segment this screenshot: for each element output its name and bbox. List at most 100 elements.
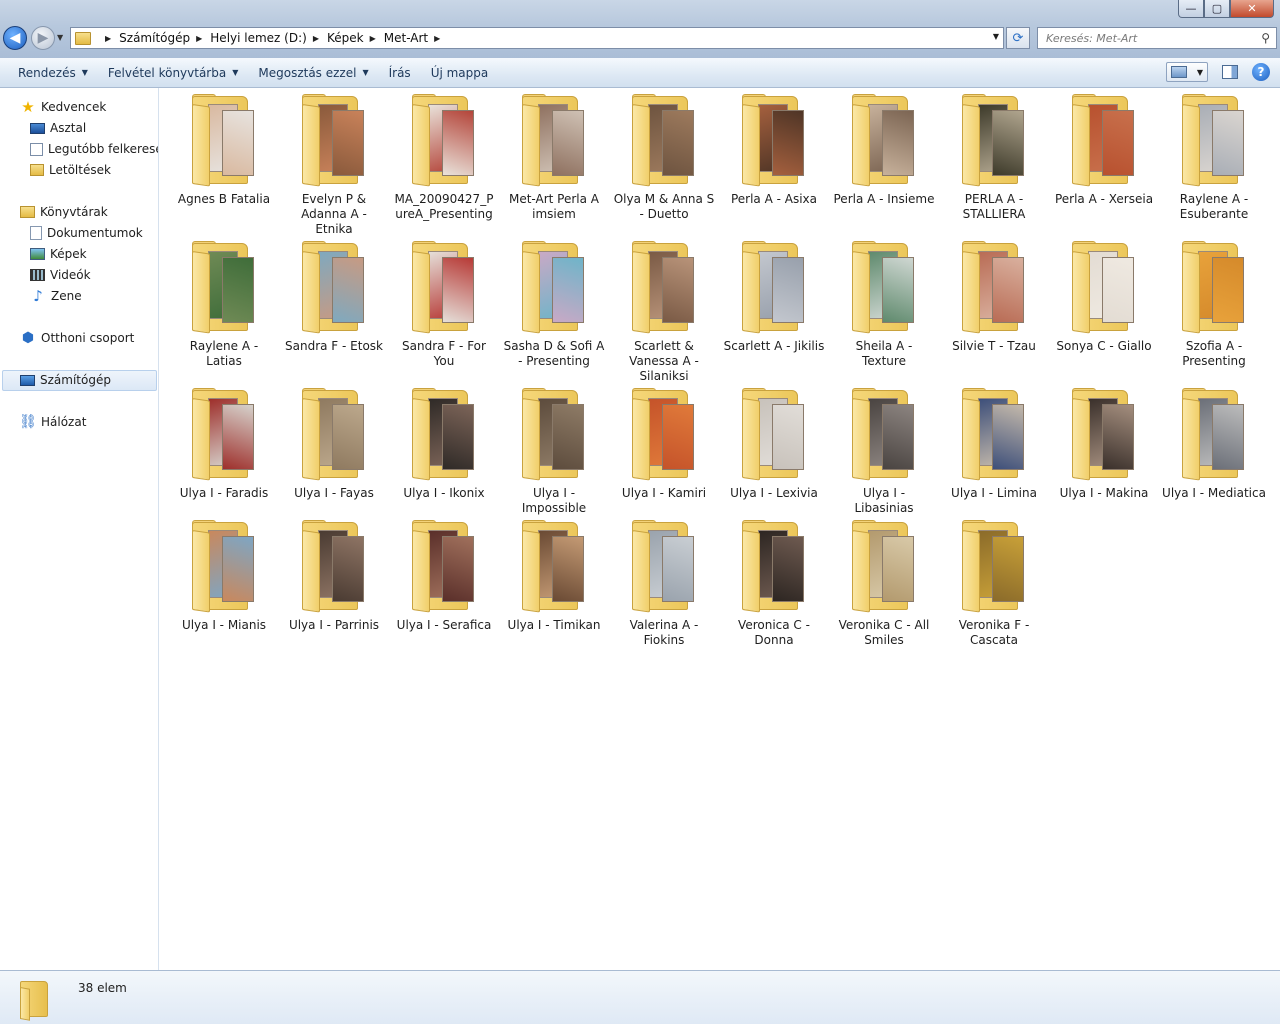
folder-item[interactable]: Agnes B Fatalia xyxy=(171,88,277,207)
folder-item[interactable]: Veronica C - Donna xyxy=(721,514,827,648)
folder-thumbnail-icon xyxy=(188,520,260,616)
sidebar-item-downloads[interactable]: Letöltések xyxy=(30,160,111,180)
organize-button[interactable]: Rendezés ▼ xyxy=(0,58,98,88)
folder-item[interactable]: Ulya I - Kamiri xyxy=(611,382,717,501)
sidebar-item-desktop[interactable]: Asztal xyxy=(30,118,86,138)
file-list[interactable]: Agnes B Fatalia Evelyn P & Adanna A - Etn… xyxy=(160,88,1280,970)
back-button[interactable]: ◀ xyxy=(3,26,27,50)
folder-item[interactable]: Ulya I - Timikan xyxy=(501,514,607,633)
forward-button[interactable]: ▶ xyxy=(31,26,55,50)
folder-item[interactable]: Ulya I - Ikonix xyxy=(391,382,497,501)
folder-name: Veronika F - Cascata xyxy=(958,618,1030,647)
folder-item[interactable]: Raylene A - Latias xyxy=(171,235,277,369)
search-input[interactable] xyxy=(1046,31,1246,45)
folder-item[interactable]: Scarlett A - Jikilis xyxy=(721,235,827,354)
sidebar-item-homegroup[interactable]: ⬢ Otthoni csoport xyxy=(20,328,134,348)
folder-thumbnail-icon xyxy=(848,520,920,616)
folder-item[interactable]: Ulya I - Lexivia xyxy=(721,382,827,501)
folder-thumbnail-icon xyxy=(848,241,920,337)
folder-item[interactable]: Szofia A - Presenting xyxy=(1161,235,1267,369)
search-box[interactable]: ⚲ xyxy=(1037,27,1277,49)
folder-item[interactable]: Scarlett & Vanessa A - Silaniksi xyxy=(611,235,717,384)
breadcrumb-met-art[interactable]: Met-Art ▶ xyxy=(384,31,449,45)
preview-pane-icon[interactable] xyxy=(1222,65,1238,79)
address-dropdown-icon[interactable]: ▼ xyxy=(993,32,999,41)
refresh-button[interactable]: ⟳ xyxy=(1006,27,1030,49)
folder-item[interactable]: MA_20090427_PureA_Presenting xyxy=(391,88,497,222)
close-button[interactable]: ✕ xyxy=(1230,0,1274,18)
folder-item[interactable]: Sandra F - For You xyxy=(391,235,497,369)
breadcrumb-computer[interactable]: Számítógép ▶ xyxy=(119,31,210,45)
folder-item[interactable]: Ulya I - Serafica xyxy=(391,514,497,633)
folder-name: Sandra F - For You xyxy=(402,339,486,368)
maximize-button[interactable]: ▢ xyxy=(1204,0,1230,18)
sidebar-item-favorites[interactable]: ★ Kedvencek xyxy=(20,97,106,117)
folder-name: PERLA A - STALLIERA xyxy=(962,192,1026,221)
folder-item[interactable]: Ulya I - Mianis xyxy=(171,514,277,633)
folder-item[interactable]: Ulya I - Limina xyxy=(941,382,1047,501)
folder-item[interactable]: Raylene A - Esuberante xyxy=(1161,88,1267,222)
folder-item[interactable]: Veronika C - All Smiles xyxy=(831,514,937,648)
folder-name: Scarlett A - Jikilis xyxy=(723,339,825,353)
sidebar-item-recent-places[interactable]: Legutóbb felkeresett xyxy=(30,139,158,159)
sidebar-item-music[interactable]: ♪ Zene xyxy=(30,286,81,306)
folder-item[interactable]: Ulya I - Impossible xyxy=(501,382,607,516)
folder-item[interactable]: Ulya I - Fayas xyxy=(281,382,387,501)
minimize-button[interactable]: — xyxy=(1178,0,1204,18)
sidebar-item-videos[interactable]: Videók xyxy=(30,265,91,285)
sidebar-item-documents[interactable]: Dokumentumok xyxy=(30,223,143,243)
folder-item[interactable]: Ulya I - Faradis xyxy=(171,382,277,501)
folder-item[interactable]: Sandra F - Etosk xyxy=(281,235,387,354)
share-with-button[interactable]: Megosztás ezzel ▼ xyxy=(248,58,378,88)
burn-button[interactable]: Írás xyxy=(379,58,421,88)
breadcrumb-local-disk[interactable]: Helyi lemez (D:) ▶ xyxy=(210,31,327,45)
recent-pages-dropdown-icon[interactable]: ▼ xyxy=(57,33,63,42)
folder-item[interactable]: Perla A - Insieme xyxy=(831,88,937,207)
change-view-button[interactable]: ▼ xyxy=(1166,62,1208,82)
folder-item[interactable]: Valerina A - Fiokins xyxy=(611,514,717,648)
folder-item[interactable]: Evelyn P & Adanna A - Etnika xyxy=(281,88,387,237)
homegroup-icon: ⬢ xyxy=(21,330,35,346)
new-folder-button[interactable]: Új mappa xyxy=(421,58,499,88)
item-count: 38 elem xyxy=(78,981,127,995)
search-icon[interactable]: ⚲ xyxy=(1261,31,1270,45)
folder-thumbnail-icon xyxy=(1178,388,1250,484)
sidebar-item-pictures[interactable]: Képek xyxy=(30,244,87,264)
folder-item[interactable]: Ulya I - Mediatica xyxy=(1161,382,1267,501)
folder-thumbnail-icon xyxy=(848,94,920,190)
folder-name: Ulya I - Lexivia xyxy=(730,486,818,500)
folder-item[interactable]: Veronika F - Cascata xyxy=(941,514,1047,648)
folder-item[interactable]: Perla A - Xerseia xyxy=(1051,88,1157,207)
folder-name: Ulya I - Mianis xyxy=(181,618,267,632)
details-pane: 38 elem xyxy=(0,970,1280,1024)
folder-item[interactable]: Sheila A - Texture xyxy=(831,235,937,369)
folder-thumbnail-icon xyxy=(518,520,590,616)
folder-name: Silvie T - Tzau xyxy=(952,339,1036,353)
folder-item[interactable]: Ulya I - Makina xyxy=(1051,382,1157,501)
folder-thumbnail-icon xyxy=(518,388,590,484)
folder-name: Ulya I - Timikan xyxy=(507,618,601,632)
folder-name: Valerina A - Fiokins xyxy=(629,618,699,647)
folder-name: Perla A - Asixa xyxy=(730,192,818,206)
folder-item[interactable]: Sonya C - Giallo xyxy=(1051,235,1157,354)
folder-item[interactable]: Ulya I - Parrinis xyxy=(281,514,387,633)
network-icon: ⛓ xyxy=(19,414,37,430)
folder-item[interactable]: Perla A - Asixa xyxy=(721,88,827,207)
folder-item[interactable]: PERLA A - STALLIERA xyxy=(941,88,1047,222)
folder-item[interactable]: Met-Art Perla A imsiem xyxy=(501,88,607,222)
sidebar-item-network[interactable]: ⛓ Hálózat xyxy=(19,412,86,432)
folder-name: Ulya I - Serafica xyxy=(396,618,492,632)
sidebar-item-computer[interactable]: Számítógép xyxy=(20,370,111,390)
folder-item[interactable]: Sasha D & Sofi A - Presenting xyxy=(501,235,607,369)
folder-item[interactable]: Ulya I - Libasinias xyxy=(831,382,937,516)
folder-item[interactable]: Silvie T - Tzau xyxy=(941,235,1047,354)
help-icon[interactable]: ? xyxy=(1252,63,1270,81)
include-in-library-button[interactable]: Felvétel könyvtárba ▼ xyxy=(98,58,248,88)
sidebar-item-libraries[interactable]: Könyvtárak xyxy=(20,202,108,222)
dropdown-arrow-icon[interactable]: ▼ xyxy=(1197,68,1203,77)
breadcrumb-root-arrow[interactable]: ▶ xyxy=(99,34,119,43)
breadcrumb-pictures[interactable]: Képek ▶ xyxy=(327,31,384,45)
folder-thumbnail-icon xyxy=(188,388,260,484)
address-bar[interactable]: ▶ Számítógép ▶ Helyi lemez (D:) ▶ Képek ▶ M… xyxy=(70,27,1004,49)
folder-item[interactable]: Olya M & Anna S - Duetto xyxy=(611,88,717,222)
